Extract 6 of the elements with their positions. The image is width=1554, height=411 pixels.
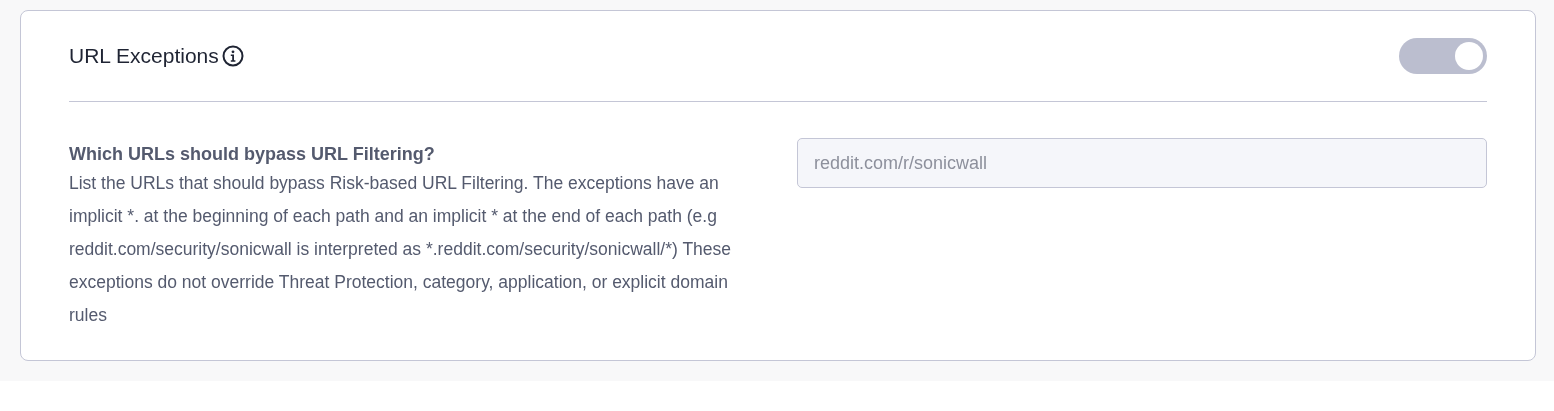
section-title: URL Exceptions (69, 44, 219, 68)
info-icon[interactable] (221, 45, 244, 67)
toggle-switch[interactable] (1399, 38, 1487, 74)
description-text: List the URLs that should bypass Risk-based URL Filtering. The exceptions have an implicit *. at the beginning of each path and an implicit * at the end of each path (e.g reddit.com/security/sonicwall is interpreted as *.reddit.com/security/sonicwall/*) These exceptions do not override Threat Protection, category, application, or explicit domain rules (69, 172, 733, 327)
url-input-field[interactable]: reddit.com/r/sonicwall (797, 138, 1487, 188)
question-label: Which URLs should bypass URL Filtering? (69, 143, 436, 166)
